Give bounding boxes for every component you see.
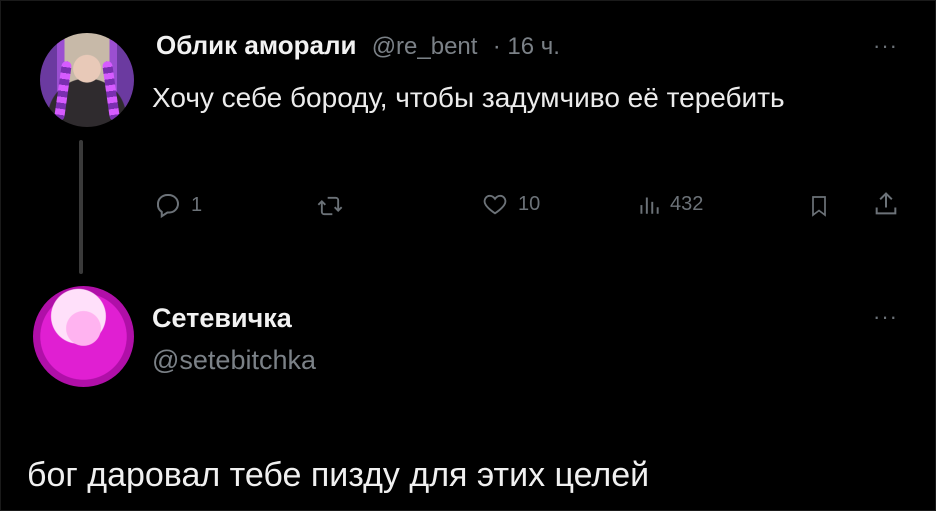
tweet-timestamp[interactable]: · 16 ч. xyxy=(493,33,560,60)
bookmark-button[interactable] xyxy=(807,192,831,220)
tweet-actions-bar: 1 10 432 xyxy=(0,190,936,230)
view-count: 432 xyxy=(670,192,704,215)
reply-text: бог даровал тебе пизду для этих целей xyxy=(27,456,650,494)
like-icon xyxy=(483,194,507,215)
bookmark-icon xyxy=(812,196,826,217)
reply-count: 1 xyxy=(191,193,203,216)
share-button[interactable] xyxy=(872,190,900,218)
tweet-author-handle[interactable]: @re_bent xyxy=(372,33,478,60)
tweet-author[interactable]: Облик аморали @re_bent · 16 ч. xyxy=(156,30,560,61)
tweet-text: Хочу себе бороду, чтобы задумчиво её тер… xyxy=(152,82,785,113)
tweet-more-button[interactable]: ··· xyxy=(873,33,898,59)
tweet-author-name[interactable]: Облик аморали xyxy=(156,30,356,60)
views-icon xyxy=(640,197,659,214)
avatar-re-bent[interactable] xyxy=(40,33,134,127)
share-icon xyxy=(875,192,897,215)
reply-author-name[interactable]: Сетевичка xyxy=(152,303,292,334)
reply-button[interactable]: 1 xyxy=(153,190,202,220)
avatar-hair-right xyxy=(101,60,121,122)
like-button[interactable]: 10 xyxy=(480,190,540,218)
avatar-setebitchka[interactable] xyxy=(33,286,134,387)
retweet-icon xyxy=(317,196,343,216)
like-count: 10 xyxy=(518,192,541,215)
screenshot-frame xyxy=(0,0,936,511)
reply-author-handle[interactable]: @setebitchka xyxy=(152,345,316,376)
retweet-button[interactable] xyxy=(315,192,353,220)
reply-more-button[interactable]: ··· xyxy=(873,304,898,330)
reply-icon xyxy=(156,194,180,219)
views-button[interactable]: 432 xyxy=(636,190,703,218)
avatar-hair-left xyxy=(53,60,73,122)
